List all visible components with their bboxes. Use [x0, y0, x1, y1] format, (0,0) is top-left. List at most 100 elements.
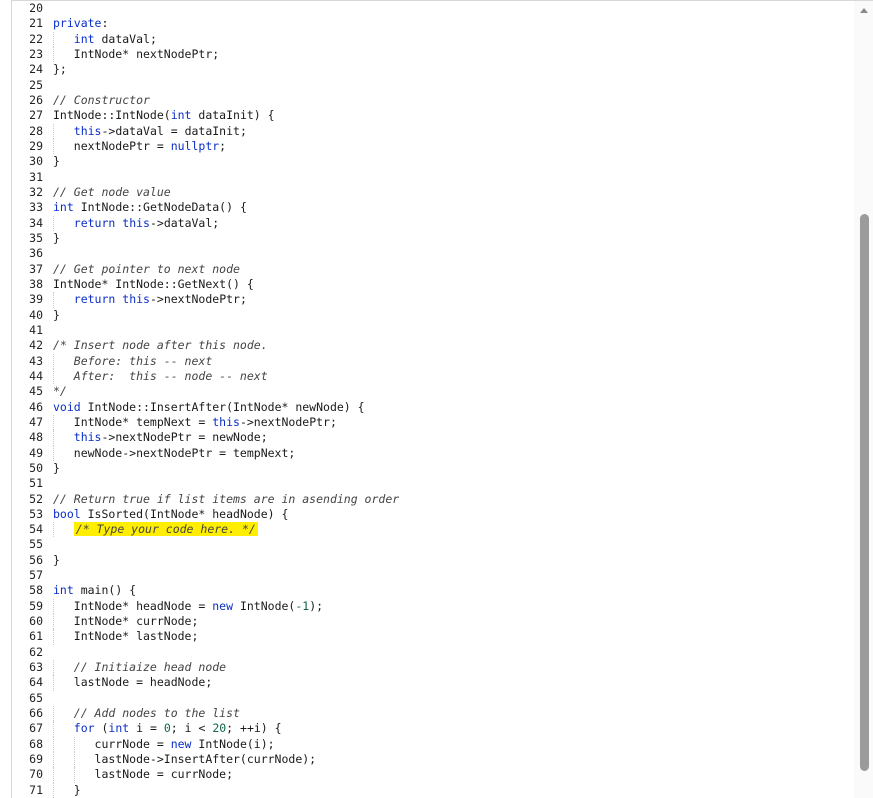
indent-guide	[53, 660, 54, 676]
line-code: IntNode* tempNext = this->nextNodePtr;	[53, 414, 337, 429]
line-number: 55	[29, 537, 43, 552]
indent-guide	[53, 430, 54, 446]
code-line[interactable]: 33 int IntNode::GetNodeData() {	[12, 200, 854, 215]
code-line[interactable]: 45 */	[12, 384, 854, 399]
indent-guide	[53, 31, 54, 47]
code-line[interactable]: 67 for (int i = 0; i < 20; ++i) {	[12, 721, 854, 737]
indent-guide	[53, 522, 54, 538]
code-line[interactable]: 23 IntNode* nextNodePtr;	[12, 46, 854, 63]
line-code: IntNode* IntNode::GetNext() {	[53, 276, 254, 291]
arrow-up-icon[interactable]	[860, 8, 868, 13]
line-code: // Add nodes to the list	[53, 706, 240, 721]
code-line[interactable]: 49 newNode->nextNodePtr = tempNext;	[12, 445, 854, 461]
line-number: 29	[29, 138, 43, 153]
code-line[interactable]: 34 return this->dataVal;	[12, 215, 854, 231]
code-line[interactable]: 27 IntNode::IntNode(int dataInit) {	[12, 108, 854, 123]
code-line[interactable]: 54 /* Type your code here. */	[12, 522, 854, 538]
line-code: this->dataVal = dataInit;	[73, 123, 247, 138]
code-line[interactable]: 37 // Get pointer to next node	[12, 262, 854, 277]
line-number: 53	[29, 506, 43, 521]
code-line[interactable]: 36	[12, 246, 854, 261]
code-line[interactable]: 21 private:	[12, 16, 854, 31]
code-line[interactable]: 63 // Initiaize head node	[12, 660, 854, 676]
code-line[interactable]: 52 // Return true if list items are in as…	[12, 492, 854, 507]
line-number: 45	[29, 384, 43, 399]
line-code: return this->nextNodePtr;	[73, 292, 247, 307]
scrollbar-thumb[interactable]	[860, 214, 869, 771]
indent-guide	[53, 767, 54, 783]
code-line[interactable]: 51	[12, 476, 854, 491]
code-line[interactable]: 26 // Constructor	[12, 93, 854, 108]
line-code: private:	[53, 16, 109, 31]
code-line[interactable]: 31	[12, 170, 854, 185]
code-line[interactable]: 47 IntNode* tempNext = this->nextNodePtr…	[12, 414, 854, 431]
code-line[interactable]: 41	[12, 323, 854, 338]
line-number: 50	[29, 460, 43, 475]
code-line[interactable]: 43 Before: this -- next	[12, 353, 854, 369]
line-code: After: this -- node -- next	[53, 368, 268, 383]
code-line[interactable]: 66 // Add nodes to the list	[12, 706, 854, 722]
line-code: void IntNode::InsertAfter(IntNode* newNo…	[53, 399, 365, 414]
line-code: }	[53, 154, 60, 169]
code-line[interactable]: 70 lastNode = currNode;	[12, 767, 854, 783]
code-line[interactable]: 55	[12, 537, 854, 552]
line-code: IntNode* currNode;	[53, 614, 199, 629]
line-number: 63	[29, 660, 43, 675]
code-line[interactable]: 30}	[12, 154, 854, 169]
line-number: 59	[29, 598, 43, 613]
code-line[interactable]: 64 lastNode = headNode;	[12, 675, 854, 691]
code-line[interactable]: 56}	[12, 553, 854, 568]
code-line[interactable]: 48 this->nextNodePtr = newNode;	[12, 430, 854, 446]
line-number: 58	[29, 583, 43, 598]
code-line[interactable]: 32 // Get node value	[12, 185, 854, 200]
line-number: 36	[29, 246, 43, 261]
code-editor[interactable]: 20 21 private: 22 int dataVal; 23 IntNode* n…	[12, 1, 854, 798]
code-line[interactable]: 69 lastNode->InsertAfter(currNode);	[12, 752, 854, 768]
code-placeholder-highlight: /* Type your code here. */	[73, 522, 258, 537]
line-number: 38	[29, 276, 43, 291]
line-number: 69	[29, 752, 43, 767]
line-number: 28	[29, 123, 43, 138]
line-code: newNode->nextNodePtr = tempNext;	[53, 445, 296, 460]
code-line[interactable]: 62	[12, 645, 854, 660]
line-number: 51	[29, 476, 43, 491]
code-line[interactable]: 40}	[12, 308, 854, 323]
code-line[interactable]: 59 IntNode* headNode = new IntNode(-1);	[12, 598, 854, 615]
line-number: 32	[29, 184, 43, 199]
line-code: currNode = new IntNode(i);	[53, 736, 275, 751]
line-number: 61	[29, 629, 43, 644]
code-line[interactable]: 25	[12, 78, 854, 93]
code-line[interactable]: 24};	[12, 62, 854, 77]
code-line[interactable]: 29 nextNodePtr = nullptr;	[12, 138, 854, 155]
code-line[interactable]: 68 currNode = new IntNode(i);	[12, 736, 854, 753]
code-line[interactable]: 71 }	[12, 782, 854, 798]
code-line[interactable]: 20	[12, 1, 854, 16]
code-line[interactable]: 44 After: this -- node -- next	[12, 368, 854, 385]
code-line[interactable]: 58 int main() {	[12, 583, 854, 598]
vertical-scrollbar[interactable]	[854, 1, 873, 798]
code-line[interactable]: 22 int dataVal;	[12, 31, 854, 47]
code-line[interactable]: 38 IntNode* IntNode::GetNext() {	[12, 277, 854, 292]
code-line[interactable]: 60 IntNode* currNode;	[12, 614, 854, 630]
indent-guide	[53, 752, 54, 768]
code-line[interactable]: 39 return this->nextNodePtr;	[12, 292, 854, 308]
code-line[interactable]: 65	[12, 691, 854, 706]
code-line[interactable]: 50}	[12, 461, 854, 476]
line-number: 68	[29, 736, 43, 751]
line-number: 70	[29, 767, 43, 782]
line-number: 44	[29, 368, 43, 383]
line-number: 30	[29, 154, 43, 169]
code-line[interactable]: 35}	[12, 231, 854, 246]
line-number: 26	[29, 92, 43, 107]
code-line[interactable]: 61 IntNode* lastNode;	[12, 629, 854, 645]
code-line[interactable]: 28 this->dataVal = dataInit;	[12, 123, 854, 139]
line-code: }	[53, 552, 60, 567]
code-line[interactable]: 53 bool IsSorted(IntNode* headNode) {	[12, 507, 854, 522]
line-code: Before: this -- next	[53, 353, 213, 368]
indent-guide	[74, 752, 75, 768]
code-line[interactable]: 57	[12, 568, 854, 583]
code-line[interactable]: 42 /* Insert node after this node.	[12, 338, 854, 353]
code-line[interactable]: 46 void IntNode::InsertAfter(IntNode* new…	[12, 400, 854, 415]
indent-guide	[53, 353, 54, 369]
line-number: 49	[29, 445, 43, 460]
